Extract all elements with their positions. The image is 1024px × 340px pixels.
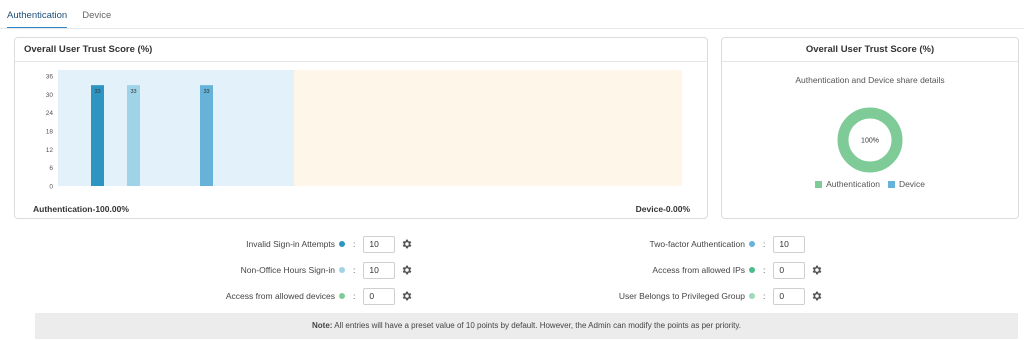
y-tick-label: 36 — [46, 74, 54, 81]
y-tick-label: 12 — [46, 147, 54, 154]
gear-icon[interactable] — [401, 238, 413, 250]
legend-swatch-device — [887, 180, 895, 188]
bar-data-label: 33 — [130, 89, 136, 95]
setting-row-user-belongs-to-privileged-group: User Belongs to Privileged Group: — [418, 287, 823, 305]
points-input[interactable] — [773, 287, 806, 305]
separator-colon: : — [353, 265, 356, 275]
note-bar: Note: All entries will have a preset val… — [35, 313, 1018, 339]
bar-data-label: 33 — [203, 89, 209, 95]
setting-label: Access from allowed devices — [225, 291, 335, 301]
setting-label: User Belongs to Privileged Group — [618, 291, 745, 301]
y-tick-label: 6 — [49, 165, 53, 172]
legend-item-device[interactable]: Device — [887, 179, 925, 189]
tab-bar: Authentication Device — [7, 10, 111, 29]
donut-legend: Authentication Device — [722, 179, 1018, 189]
y-tick-label: 0 — [49, 184, 53, 191]
share-details-subtitle: Authentication and Device share details — [795, 75, 945, 85]
gear-icon[interactable] — [811, 290, 823, 302]
device-share-label: Device-0.00% — [635, 204, 690, 214]
gear-icon[interactable] — [401, 264, 413, 276]
separator-colon: : — [353, 291, 356, 301]
trust-score-chart-card: Overall User Trust Score (%) 0 6 12 18 24 30 3… — [14, 37, 708, 219]
legend-label-authentication: Authentication — [826, 179, 880, 189]
share-donut-chart: 100% — [837, 107, 903, 173]
y-tick-label: 30 — [46, 92, 54, 99]
bar-3 — [200, 85, 213, 186]
setting-label: Invalid Sign-in Attempts — [246, 239, 335, 249]
setting-row-access-from-allowed-ips: Access from allowed IPs: — [418, 261, 823, 279]
points-input[interactable] — [363, 287, 396, 305]
separator-colon: : — [763, 291, 766, 301]
note-prefix: Note: — [312, 321, 333, 330]
tab-device[interactable]: Device — [82, 10, 111, 29]
separator-colon: : — [763, 265, 766, 275]
gear-icon[interactable] — [811, 264, 823, 276]
setting-label: Access from allowed IPs — [652, 265, 745, 275]
note-text: All entries will have a preset value of … — [332, 321, 741, 330]
setting-label: Non-Office Hours Sign-in — [240, 265, 335, 275]
legend-swatch-authentication — [815, 180, 823, 188]
share-details-card: Overall User Trust Score (%) Authenticat… — [721, 37, 1019, 219]
setting-row-non-office-hours-sign-in: Non-Office Hours Sign-in: — [40, 261, 413, 279]
y-tick-label: 24 — [46, 110, 54, 117]
setting-label: Two-factor Authentication — [649, 239, 745, 249]
separator-colon: : — [353, 239, 356, 249]
status-dot — [749, 293, 755, 299]
status-dot — [749, 241, 755, 247]
legend-item-authentication[interactable]: Authentication — [815, 179, 880, 189]
donut-card-title: Overall User Trust Score (%) — [722, 38, 1018, 62]
setting-row-invalid-sign-in-attempts: Invalid Sign-in Attempts: — [40, 235, 413, 253]
setting-row-two-factor-authentication: Two-factor Authentication: — [418, 235, 806, 253]
donut-center-label: 100% — [861, 138, 879, 145]
bar-data-label: 33 — [94, 89, 100, 95]
status-dot — [749, 267, 755, 273]
points-input[interactable] — [773, 235, 806, 253]
y-tick-label: 18 — [46, 129, 54, 136]
status-dot — [339, 241, 345, 247]
bar-2 — [127, 85, 140, 186]
separator-colon: : — [763, 239, 766, 249]
tab-authentication[interactable]: Authentication — [7, 10, 68, 29]
chart-card-title: Overall User Trust Score (%) — [15, 38, 707, 62]
gear-icon[interactable] — [401, 290, 413, 302]
points-input[interactable] — [363, 261, 396, 279]
legend-label-device: Device — [898, 179, 925, 189]
authentication-share-label: Authentication-100.00% — [33, 204, 129, 214]
tab-divider — [0, 28, 1024, 29]
trust-score-bar-chart: 0 6 12 18 24 30 36 33 33 33 — [46, 70, 682, 191]
region-device — [294, 70, 682, 186]
points-input[interactable] — [773, 261, 806, 279]
status-dot — [339, 293, 345, 299]
setting-row-access-from-allowed-devices: Access from allowed devices: — [40, 287, 413, 305]
status-dot — [339, 267, 345, 273]
bar-1 — [91, 85, 104, 186]
points-input[interactable] — [363, 235, 396, 253]
